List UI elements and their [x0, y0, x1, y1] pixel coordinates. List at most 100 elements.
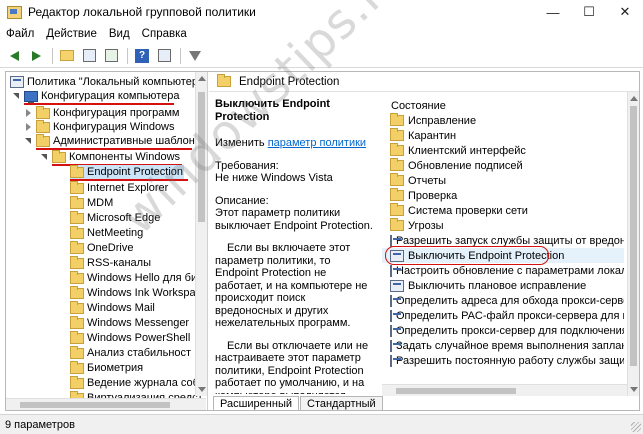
tree-hscroll-thumb[interactable] — [20, 402, 170, 408]
title-bar: Редактор локальной групповой политики — … — [0, 0, 643, 24]
window-title: Редактор локальной групповой политики — [28, 5, 256, 19]
folder-icon — [36, 105, 50, 119]
policy-setting-icon — [390, 234, 401, 247]
tree-item-onedrive[interactable]: OneDrive — [70, 240, 133, 255]
tree-item-label: Анализ стабильност — [87, 347, 192, 359]
filter-icon — [189, 50, 201, 61]
list-folder-threats[interactable]: Угрозы — [382, 218, 624, 233]
tree-item-label: Ведение журнала соб — [87, 377, 199, 389]
scroll-up-icon[interactable] — [630, 96, 638, 101]
back-button[interactable] — [4, 46, 24, 66]
tree-horizontal-scrollbar[interactable] — [6, 398, 206, 410]
folder-up-button[interactable] — [57, 46, 77, 66]
resize-grip-icon[interactable] — [631, 422, 641, 432]
collapse-arrow-icon[interactable] — [24, 122, 33, 132]
folder-up-icon — [60, 50, 74, 61]
description-title: Выключить Endpoint Protection — [215, 98, 330, 123]
column-header-state[interactable]: Состояние — [382, 98, 624, 113]
expand-arrow-icon[interactable] — [24, 137, 33, 146]
list-folder-remediation[interactable]: Исправление — [382, 113, 624, 128]
list-folder-client-interface[interactable]: Клиентский интерфейс — [382, 143, 624, 158]
tree-scroll-thumb[interactable] — [198, 92, 205, 222]
scroll-down-icon[interactable] — [198, 387, 206, 392]
tree-item-mdm[interactable]: MDM — [70, 195, 113, 210]
folder-icon — [390, 188, 404, 201]
close-button[interactable]: ✕ — [607, 0, 643, 24]
list-folder-reporting[interactable]: Отчеты — [382, 173, 624, 188]
tree-software-config[interactable]: Конфигурация программ — [24, 105, 180, 120]
tree-item-windows-messenger[interactable]: Windows Messenger — [70, 315, 189, 330]
menu-file[interactable]: Файл — [0, 28, 40, 40]
menu-action[interactable]: Действие — [40, 28, 103, 40]
list-folder-scan[interactable]: Проверка — [382, 188, 624, 203]
list-setting-randomize-schedule[interactable]: Задать случайное время выполнения заплан… — [382, 338, 624, 353]
tree-root[interactable]: Политика "Локальный компьютер" — [10, 75, 202, 89]
tree-item-label: Windows Ink Workspac — [87, 287, 202, 299]
scroll-down-icon[interactable] — [630, 387, 638, 392]
edit-prefix: Изменить — [215, 137, 268, 149]
details-horizontal-scrollbar[interactable] — [382, 384, 627, 396]
properties-button[interactable] — [154, 46, 174, 66]
tree-item-reliability-analysis[interactable]: Анализ стабильност — [70, 345, 192, 360]
list-setting-turn-off-endpoint-protection[interactable]: Выключить Endpoint Protection — [382, 246, 624, 265]
show-hide-tree-button[interactable] — [79, 46, 99, 66]
list-setting-proxy-server[interactable]: Определить прокси-сервер для подключения… — [382, 323, 624, 338]
tree-vertical-scrollbar[interactable] — [195, 72, 207, 396]
tree-item-microsoft-edge[interactable]: Microsoft Edge — [70, 210, 160, 225]
tree-windows-config[interactable]: Конфигурация Windows — [24, 119, 175, 134]
tree-item-endpoint-protection[interactable]: Endpoint Protection — [70, 164, 184, 179]
list-folder-signature-updates[interactable]: Обновление подписей — [382, 158, 624, 173]
folder-icon — [390, 158, 404, 171]
tree-item-label: RSS-каналы — [87, 257, 151, 269]
export-button[interactable] — [101, 46, 121, 66]
list-setting-proxy-pac[interactable]: Определить PAC-файл прокси-сервера для п… — [382, 308, 624, 323]
expand-arrow-icon[interactable] — [12, 92, 21, 101]
folder-icon — [390, 203, 404, 216]
toolbar-separator — [52, 47, 53, 64]
list-item-label: Разрешить запуск службы защиты от вредон… — [396, 234, 624, 247]
tree-item-windows-hello[interactable]: Windows Hello для биз — [70, 270, 202, 285]
tab-extended[interactable]: Расширенный — [213, 396, 299, 410]
details-hscroll-thumb[interactable] — [396, 388, 516, 394]
folder-icon — [70, 285, 84, 299]
scroll-up-icon[interactable] — [198, 76, 206, 81]
folder-icon — [70, 300, 84, 314]
menu-help[interactable]: Справка — [136, 28, 193, 40]
filter-button[interactable] — [185, 46, 205, 66]
list-folder-network-inspection[interactable]: Система проверки сети — [382, 203, 624, 218]
maximize-button[interactable]: ☐ — [571, 0, 607, 24]
tree-item-rss[interactable]: RSS-каналы — [70, 255, 151, 270]
tree-item-windows-ink[interactable]: Windows Ink Workspac — [70, 285, 202, 300]
tree-admin-templates[interactable]: Административные шаблоны — [24, 133, 203, 148]
list-setting-proxy-bypass[interactable]: Определить адреса для обхода прокси-серв… — [382, 293, 624, 308]
details-vertical-scrollbar[interactable] — [627, 92, 639, 396]
folder-icon — [70, 270, 84, 284]
list-setting-scheduled-remediation[interactable]: Выключить плановое исправление — [382, 278, 624, 293]
tab-standard[interactable]: Стандартный — [300, 396, 383, 410]
tree-item-windows-mail[interactable]: Windows Mail — [70, 300, 155, 315]
tree-item-netmeeting[interactable]: NetMeeting — [70, 225, 143, 240]
minimize-button[interactable]: — — [535, 0, 571, 24]
tree-item-event-logging[interactable]: Ведение журнала соб — [70, 375, 199, 390]
tree-item-windows-powershell[interactable]: Windows PowerShell — [70, 330, 190, 345]
view-tabs: Расширенный Стандартный — [213, 396, 384, 410]
help-button[interactable]: ? — [132, 46, 152, 66]
edit-policy-link[interactable]: параметр политики — [268, 137, 366, 149]
list-setting-local-admin-merge[interactable]: Настроить обновление с параметрами локал… — [382, 263, 624, 278]
list-folder-quarantine[interactable]: Карантин — [382, 128, 624, 143]
forward-button[interactable] — [26, 46, 46, 66]
tree-software-config-label: Конфигурация программ — [53, 107, 180, 119]
list-setting-service-always-running[interactable]: Разрешить постоянную работу службы защит… — [382, 353, 624, 368]
tree-computer-config[interactable]: Конфигурация компьютера — [12, 89, 179, 104]
collapse-arrow-icon[interactable] — [24, 108, 33, 118]
list-item-label: Определить прокси-сервер для подключения… — [396, 324, 624, 337]
expand-arrow-icon[interactable] — [40, 153, 49, 162]
details-scroll-thumb[interactable] — [630, 106, 637, 366]
tree-item-internet-explorer[interactable]: Internet Explorer — [70, 180, 168, 195]
tree-windows-components[interactable]: Компоненты Windows — [40, 149, 180, 164]
requirements-label: Требования: — [215, 159, 279, 172]
tree-item-biometrics[interactable]: Биометрия — [70, 360, 143, 375]
enable-paragraph: Если вы включаете этот параметр политики… — [215, 242, 368, 329]
menu-view[interactable]: Вид — [103, 28, 136, 40]
folder-icon — [70, 345, 84, 359]
